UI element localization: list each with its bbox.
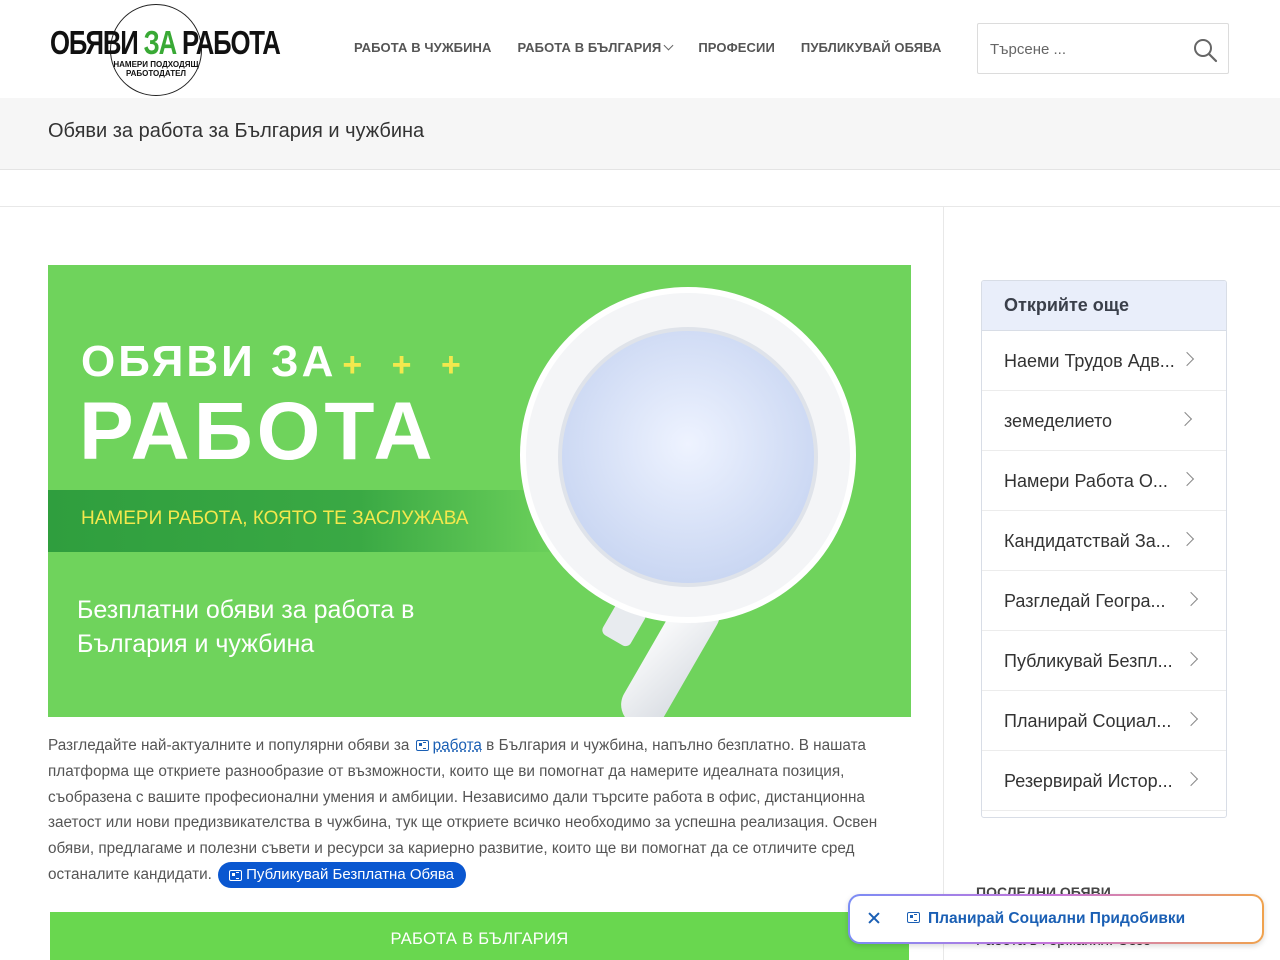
chip-label[interactable]: Планирай Социални Придобивки [928,910,1185,928]
widget-item[interactable]: Наеми Трудов Адв... [982,331,1226,391]
site-logo[interactable]: ОБЯВИ ЗА РАБОТА НАМЕРИ ПОДХОДЯЩ РАБОТОДА… [48,4,281,96]
banner-plus-signs: + + + [342,346,471,384]
search-box [977,23,1229,74]
hero-banner: ОБЯВИ ЗА + + + РАБОТА НАМЕРИ РАБОТА, КОЯТ… [48,265,911,717]
publish-free-ad-button[interactable]: Публикувай Безплатна Обява [218,861,467,888]
sidebar-divider [943,207,944,960]
work-link[interactable]: работа [433,737,482,754]
banner-title-line1: ОБЯВИ ЗА + + + [81,337,471,386]
widget-item[interactable]: Намери Работа О... [982,451,1226,511]
magnifier-icon [520,287,856,717]
site-header: ОБЯВИ ЗА РАБОТА НАМЕРИ ПОДХОДЯЩ РАБОТОДА… [0,0,1280,98]
chevron-right-icon [1179,531,1195,547]
article-icon [907,912,920,923]
logo-wordmark: ОБЯВИ ЗА РАБОТА [50,24,281,61]
page-title-bar: Обяви за работа за България и чужбина [0,98,1280,170]
intro-paragraph: Разгледайте най-актуалните и популярни о… [48,733,918,888]
nav-item-work-bulgaria[interactable]: РАБОТА В БЪЛГАРИЯ [518,40,674,55]
widget-item[interactable]: Резервирай Истор... [982,751,1226,811]
widget-item[interactable]: земеделието [982,391,1226,451]
close-icon[interactable] [864,908,884,928]
floating-suggestion-chip[interactable]: Планирай Социални Придобивки [848,894,1264,944]
search-input[interactable] [990,38,1180,60]
main-nav: РАБОТА В ЧУЖБИНА РАБОТА В БЪЛГАРИЯ ПРОФЕ… [354,40,941,55]
content-divider [0,206,1280,207]
chevron-down-icon [663,40,674,51]
banner-title-line2: РАБОТА [79,386,437,477]
search-icon[interactable] [1192,37,1218,63]
chevron-right-icon [1183,771,1199,787]
article-icon [415,740,429,751]
work-in-bulgaria-button[interactable]: РАБОТА В БЪЛГАРИЯ [50,912,909,960]
page-title: Обяви за работа за България и чужбина [48,120,425,142]
widget-item[interactable]: Кандидатствай За... [982,511,1226,571]
chevron-right-icon [1183,711,1199,727]
chevron-right-icon [1183,591,1199,607]
widget-item[interactable]: Планирай Социал... [982,691,1226,751]
nav-item-work-abroad[interactable]: РАБОТА В ЧУЖБИНА [354,40,492,55]
chevron-right-icon [1179,351,1195,367]
banner-description: Безплатни обяви за работа в България и ч… [77,596,415,658]
widget-item[interactable]: Публикувай Безпл... [982,631,1226,691]
chevron-right-icon [1183,651,1199,667]
widget-item[interactable]: Разгледай Геогра... [982,571,1226,631]
chevron-right-icon [1177,411,1193,427]
chevron-right-icon [1179,471,1195,487]
banner-strip-text: НАМЕРИ РАБОТА, КОЯТО ТЕ ЗАСЛУЖАВА [81,508,469,529]
nav-item-publish-ad[interactable]: ПУБЛИКУВАЙ ОБЯВА [801,40,942,55]
article-icon [229,869,243,881]
nav-item-professions[interactable]: ПРОФЕСИИ [698,40,775,55]
discover-more-widget: Открийте още Наеми Трудов Адв... земедел… [981,280,1227,818]
widget-title: Открийте още [982,281,1226,331]
logo-tagline: НАМЕРИ ПОДХОДЯЩ РАБОТОДАТЕЛ [113,60,199,78]
